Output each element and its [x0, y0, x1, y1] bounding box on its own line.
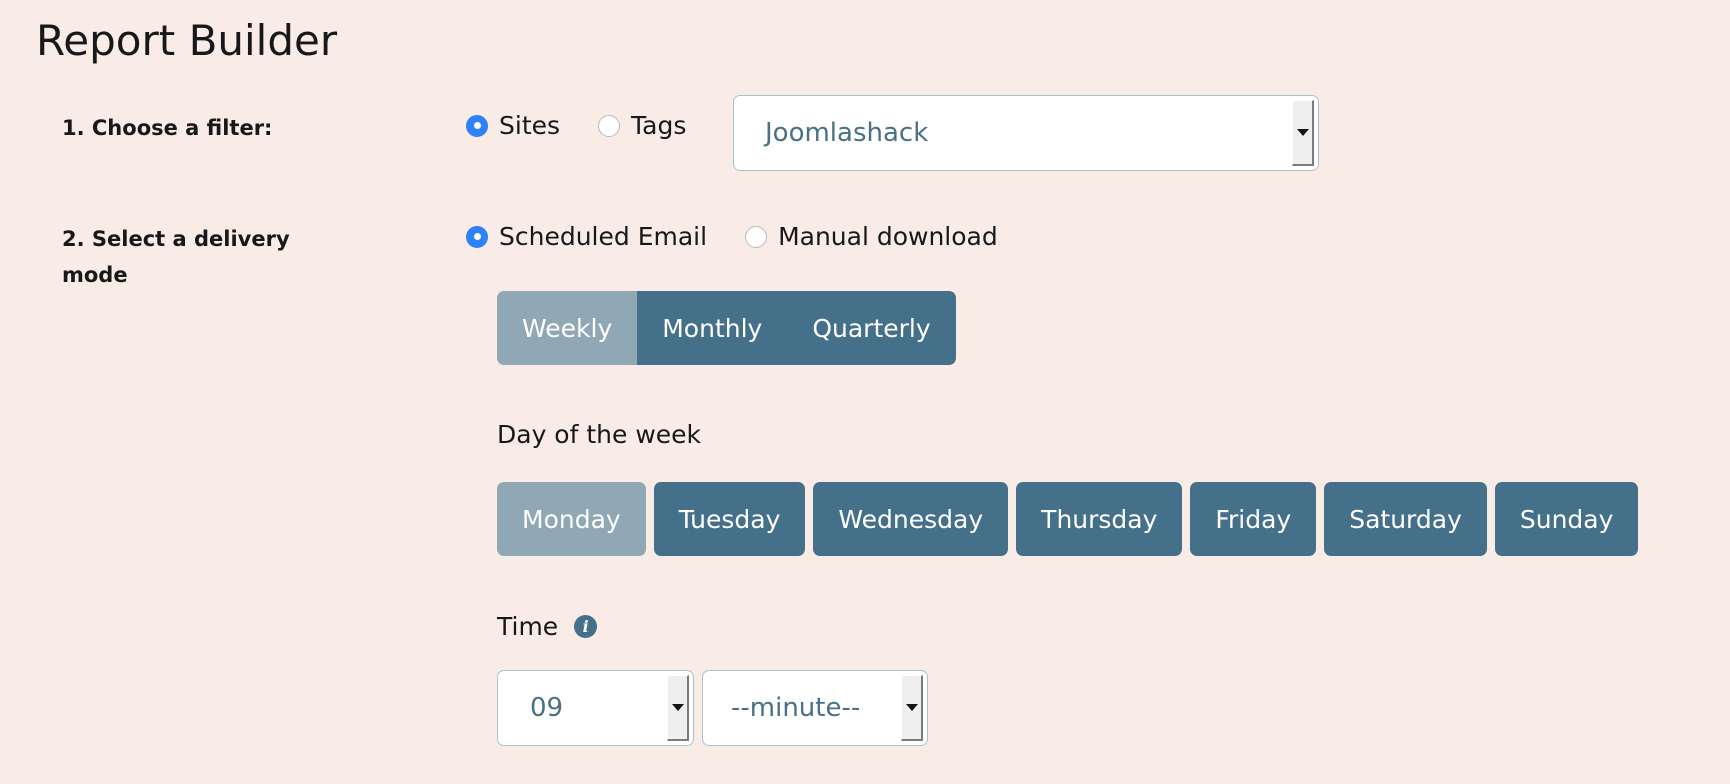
day-button-sunday[interactable]: Sunday	[1494, 482, 1639, 556]
chevron-down-icon	[1296, 129, 1309, 136]
chevron-down-icon	[671, 704, 684, 711]
info-icon[interactable]: i	[574, 615, 598, 638]
day-button-thursday[interactable]: Thursday	[1016, 482, 1183, 556]
time-label-text: Time	[497, 612, 559, 641]
minute-select[interactable]: --minute--	[702, 670, 928, 746]
day-button-wednesday[interactable]: Wednesday	[813, 482, 1009, 556]
day-of-week-label-text: Day of the week	[497, 420, 702, 449]
radio-tags-label: Tags	[631, 111, 687, 140]
time-label: Time i	[497, 612, 598, 641]
chevron-down-icon	[905, 704, 918, 711]
day-button-friday[interactable]: Friday	[1190, 482, 1317, 556]
day-button-monday[interactable]: Monday	[497, 482, 646, 556]
radio-manual-download-label: Manual download	[778, 222, 998, 251]
radio-sites-indicator[interactable]	[466, 114, 488, 137]
delivery-radio-group: Scheduled Email Manual download	[466, 224, 998, 249]
radio-option-tags[interactable]: Tags	[598, 113, 686, 138]
site-select-arrow-button[interactable]	[1292, 100, 1314, 166]
delivery-step-label: 2. Select a delivery mode	[62, 227, 290, 288]
hour-select-arrow-button[interactable]	[667, 675, 689, 741]
report-builder-page: Report Builder 1. Choose a filter: Sites…	[0, 0, 1730, 784]
radio-tags-indicator[interactable]	[598, 114, 621, 137]
day-button-tuesday[interactable]: Tuesday	[653, 482, 806, 556]
day-of-week-button-group: Monday Tuesday Wednesday Thursday Friday…	[497, 482, 1639, 556]
filter-step-label: 1. Choose a filter:	[62, 116, 273, 140]
day-button-saturday[interactable]: Saturday	[1324, 482, 1487, 556]
site-select-value: Joomlashack	[765, 118, 929, 148]
radio-sites-label: Sites	[499, 111, 561, 140]
day-of-week-label: Day of the week	[497, 420, 701, 449]
radio-option-scheduled-email[interactable]: Scheduled Email	[466, 224, 707, 249]
site-select[interactable]: Joomlashack	[733, 95, 1319, 171]
hour-select[interactable]: 09	[497, 670, 694, 746]
minute-select-arrow-button[interactable]	[901, 675, 923, 741]
minute-select-value: --minute--	[731, 693, 861, 723]
radio-scheduled-email-indicator[interactable]	[466, 225, 488, 248]
radio-manual-download-indicator[interactable]	[745, 225, 768, 248]
page-title: Report Builder	[36, 16, 338, 65]
frequency-button-group: Weekly Monthly Quarterly	[497, 291, 956, 365]
frequency-button-monthly[interactable]: Monthly	[637, 291, 788, 365]
filter-radio-group: Sites Tags	[466, 113, 686, 138]
radio-option-manual-download[interactable]: Manual download	[745, 224, 998, 249]
radio-option-sites[interactable]: Sites	[466, 113, 560, 138]
frequency-button-quarterly[interactable]: Quarterly	[787, 291, 956, 365]
hour-select-value: 09	[530, 693, 564, 723]
radio-scheduled-email-label: Scheduled Email	[499, 222, 708, 251]
frequency-button-weekly[interactable]: Weekly	[497, 291, 638, 365]
